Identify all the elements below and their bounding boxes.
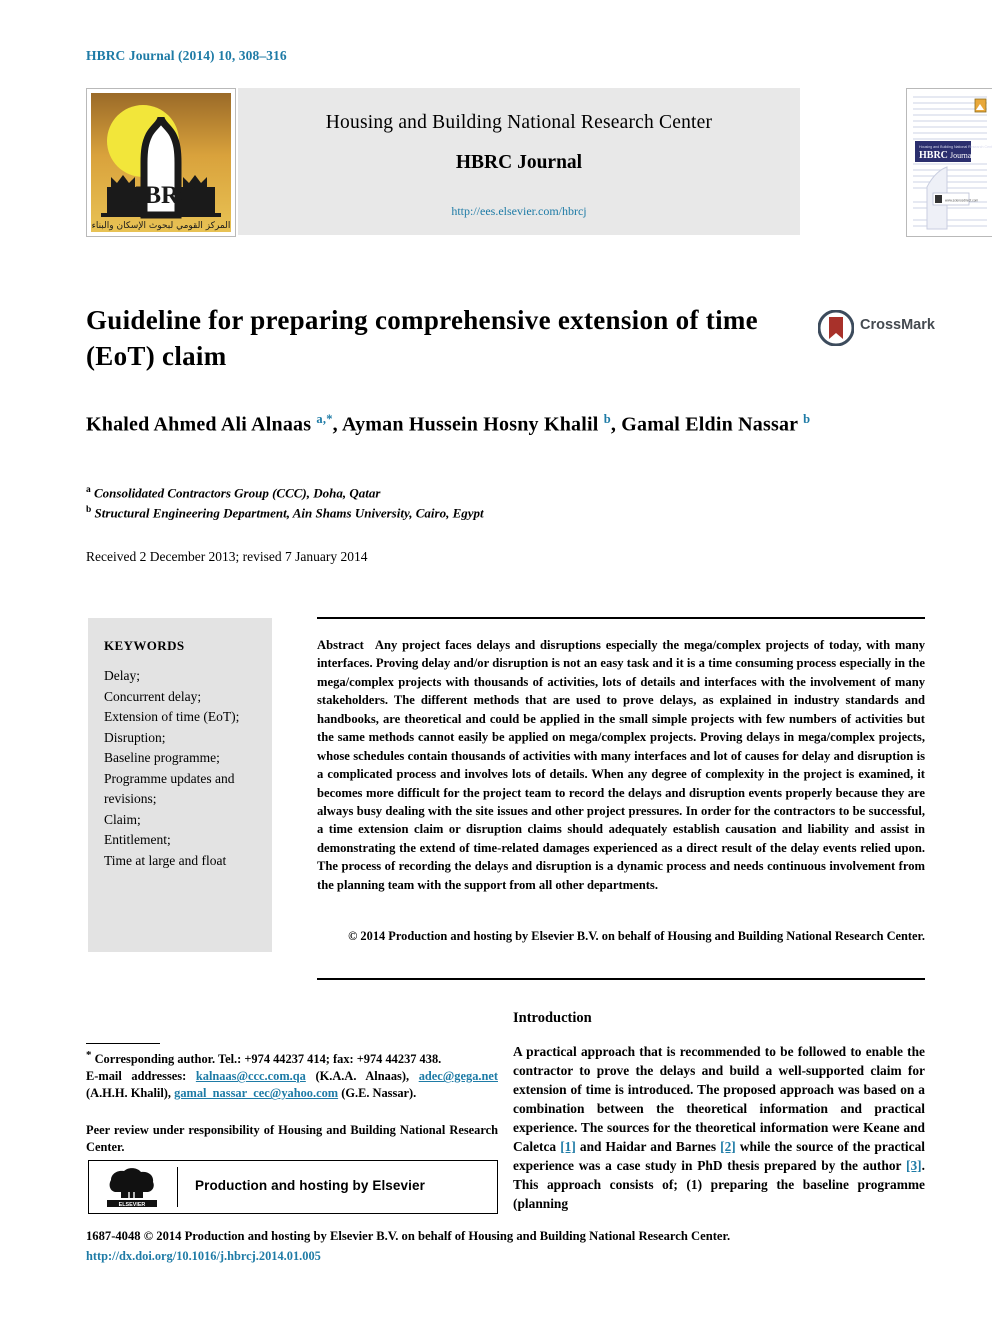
email-link[interactable]: kalnaas@ccc.com.qa (196, 1069, 306, 1083)
crossmark-icon (818, 310, 854, 346)
svg-text:المركز القومي لبحوث الإسكان وا: المركز القومي لبحوث الإسكان والبناء (92, 221, 231, 231)
abstract-label: Abstract (317, 638, 364, 652)
keyword-item: Claim; (104, 811, 141, 827)
author-list: Khaled Ahmed Ali Alnaas a,*, Ayman Husse… (86, 412, 811, 436)
elsevier-divider (177, 1167, 178, 1207)
abstract-rule-bottom (317, 978, 925, 980)
intro-text-run: A practical approach that is recommended… (513, 1044, 925, 1154)
email-owner: (G.E. Nassar) (341, 1086, 414, 1101)
journal-cover-thumbnail: Housing and Building National Research C… (906, 88, 992, 237)
email-owner: (A.H.H. Khalil) (86, 1086, 168, 1101)
svg-text:Housing and Building National: Housing and Building National Research C… (919, 145, 992, 149)
hbrc-logo-icon: HBRC المركز القومي لبحوث الإسكان والبناء (91, 93, 231, 232)
peer-review-note: Peer review under responsibility of Hous… (86, 1123, 498, 1155)
affiliation-marker-b: b (86, 505, 92, 516)
journal-url-link[interactable]: http://ees.elsevier.com/hbrcj (238, 204, 800, 219)
page-title: Guideline for preparing comprehensive ex… (86, 305, 758, 371)
running-head: HBRC Journal (2014) 10, 308–316 (86, 48, 287, 63)
abstract-body: Any project faces delays and disruptions… (317, 638, 925, 892)
citation-link[interactable]: [3] (906, 1158, 922, 1173)
affiliation-text-b: Structural Engineering Department, Ain S… (94, 505, 484, 521)
svg-text:HBRC: HBRC (919, 150, 948, 161)
footnote-rule (86, 1043, 160, 1044)
email-label: E-mail addresses: (86, 1069, 187, 1084)
elsevier-tree-icon: ELSEVIER (107, 1168, 157, 1208)
intro-text-run: and Haidar and Barnes (575, 1138, 721, 1154)
keyword-item: Extension of time (EoT); (104, 709, 240, 725)
article-page: HBRC Journal (2014) 10, 308–316 HBRC الم… (0, 0, 992, 1323)
page-footer-doi-link[interactable]: http://dx.doi.org/10.1016/j.hbrcj.2014.0… (86, 1249, 321, 1264)
journal-cover-image: Housing and Building National Research C… (907, 89, 992, 236)
keyword-item: Concurrent delay; (104, 688, 202, 704)
svg-text:Journal: Journal (950, 151, 974, 160)
keyword-item: Programme updates and revisions; (104, 770, 235, 807)
corresponding-text: Corresponding author. Tel.: +974 44237 4… (94, 1052, 442, 1067)
introduction-heading: Introduction (513, 1010, 592, 1026)
crossmark-badge[interactable]: CrossMark (818, 308, 935, 350)
journal-title-banner: Housing and Building National Research C… (238, 88, 800, 235)
keyword-item: Disruption; (104, 729, 166, 745)
email-link[interactable]: adec@gega.net (419, 1069, 498, 1083)
affiliation-text-a: Consolidated Contractors Group (CCC), Do… (94, 485, 381, 501)
publisher-name: Housing and Building National Research C… (325, 112, 713, 133)
keyword-item: Delay; (104, 668, 140, 683)
email-link[interactable]: gamal_nassar_cec@yahoo.com (174, 1086, 338, 1100)
svg-text:ELSEVIER: ELSEVIER (119, 1202, 146, 1208)
citation-link[interactable]: [2] (720, 1139, 736, 1154)
received-date: Received 2 December 2013; revised 7 Janu… (86, 549, 368, 564)
elsevier-hosting-box: ELSEVIER Production and hosting by Elsev… (88, 1160, 498, 1214)
crossmark-label: CrossMark (860, 317, 935, 333)
abstract-copyright: © 2014 Production and hosting by Elsevie… (348, 929, 925, 943)
affiliation-a: a Consolidated Contractors Group (CCC), … (86, 483, 786, 503)
keywords-box: KEYWORDS Delay; Concurrent delay; Extensio… (88, 618, 272, 952)
journal-name: HBRC Journal (455, 152, 583, 173)
keywords-heading: KEYWORDS (104, 638, 185, 653)
svg-text:HBRC: HBRC (125, 182, 197, 209)
page-footer-copyright: 1687-4048 © 2014 Production and hosting … (86, 1229, 731, 1243)
keyword-item: Entitlement; (104, 832, 171, 848)
elsevier-hosting-label: Production and hosting by Elsevier (195, 1178, 425, 1193)
abstract-block: Abstract Any project faces delays and dis… (317, 636, 925, 894)
introduction-paragraph: A practical approach that is recommended… (513, 1043, 925, 1214)
svg-text:www.sciencedirect.com: www.sciencedirect.com (945, 199, 978, 203)
keyword-item: Time at large and float (104, 852, 227, 868)
footnote-block: * Corresponding author. Tel.: +974 44237… (86, 1049, 498, 1101)
keywords-list: Delay; Concurrent delay; Extension of time… (104, 666, 262, 871)
citation-link[interactable]: [1] (560, 1139, 576, 1154)
abstract-rule-top (317, 617, 925, 619)
affiliation-b: b Structural Engineering Department, Ain… (86, 503, 786, 523)
affiliation-marker-a: a (86, 485, 91, 495)
affiliation-list: a Consolidated Contractors Group (CCC), … (86, 483, 786, 523)
email-owner: (K.A.A. Alnaas) (315, 1069, 406, 1084)
keyword-item: Baseline programme; (104, 750, 220, 766)
journal-header: HBRC المركز القومي لبحوث الإسكان والبناء… (86, 88, 992, 237)
hbrc-logo: HBRC المركز القومي لبحوث الإسكان والبناء (86, 88, 236, 237)
corresponding-marker: * (86, 1049, 92, 1061)
